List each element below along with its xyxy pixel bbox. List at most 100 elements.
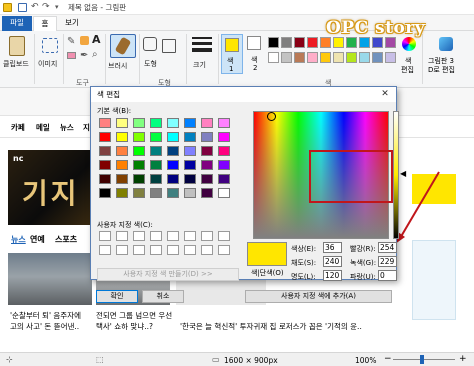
basic-color-swatch[interactable] (133, 132, 145, 142)
custom-color-swatch[interactable] (99, 231, 111, 241)
save-icon[interactable] (18, 3, 27, 12)
basic-color-swatch[interactable] (218, 174, 230, 184)
shapes-label[interactable]: 도형 (144, 59, 157, 69)
basic-color-swatch[interactable] (167, 118, 179, 128)
undo-icon[interactable]: ↶ (31, 2, 39, 12)
basic-color-swatch[interactable] (116, 160, 128, 170)
basic-color-swatch[interactable] (184, 160, 196, 170)
basic-color-swatch[interactable] (218, 146, 230, 156)
custom-color-swatch[interactable] (201, 245, 213, 255)
basic-color-swatch[interactable] (133, 188, 145, 198)
clipboard-label[interactable]: 클립보드 (3, 59, 29, 69)
basic-color-swatch[interactable] (150, 146, 162, 156)
palette-swatch[interactable] (372, 37, 383, 48)
lum-field[interactable]: 120 (323, 270, 342, 281)
brush-label[interactable]: 브러시 (108, 61, 127, 71)
palette-swatch[interactable] (359, 37, 370, 48)
palette-swatch[interactable] (333, 37, 344, 48)
palette-swatch[interactable] (268, 52, 279, 63)
quick-access-dropdown-icon[interactable]: ▾ (55, 3, 59, 11)
custom-color-swatch[interactable] (133, 245, 145, 255)
define-custom-colors-button[interactable]: 사용자 지정 색 만들기(D) >> (97, 268, 239, 281)
paint3d-label-b[interactable]: D로 편집 (428, 65, 455, 75)
custom-color-swatch[interactable] (184, 231, 196, 241)
basic-color-swatch[interactable] (133, 160, 145, 170)
basic-color-swatch[interactable] (167, 132, 179, 142)
basic-color-swatch[interactable] (184, 188, 196, 198)
news-caption-1a[interactable]: '순찰부터 퇴' 음주자에 (10, 310, 81, 321)
add-custom-color-button[interactable]: 사용자 지정 색에 추가(A) (245, 290, 392, 303)
cancel-button[interactable]: 취소 (142, 290, 184, 303)
luminance-arrow-icon[interactable]: ◀ (400, 169, 406, 178)
tab-view[interactable]: 보기 (60, 16, 84, 31)
news-caption-3[interactable]: '한국은 늘 혁신적' 투자귀재 집 로저스가 꼽은 '기적의 윤.. (180, 321, 362, 332)
zoom-slider-track[interactable] (393, 359, 455, 360)
basic-color-swatch[interactable] (184, 174, 196, 184)
shapes-icon[interactable] (143, 37, 157, 51)
news-caption-1b[interactable]: 고의 사고' 돈 뜯어낸.. (10, 321, 79, 332)
palette-swatch[interactable] (281, 37, 292, 48)
image-label[interactable]: 이미지 (38, 59, 57, 69)
basic-color-swatch[interactable] (133, 174, 145, 184)
custom-color-swatch[interactable] (116, 245, 128, 255)
zoom-slider-thumb[interactable] (420, 355, 424, 364)
custom-color-swatch[interactable] (99, 245, 111, 255)
color2-swatch[interactable] (247, 36, 261, 50)
web-entertainment-tab[interactable]: 연예 (30, 234, 45, 245)
tab-home[interactable]: 홈 (33, 16, 57, 31)
basic-color-swatch[interactable] (201, 146, 213, 156)
red-field[interactable]: 254 (378, 242, 397, 253)
basic-color-swatch[interactable] (99, 118, 111, 128)
basic-color-swatch[interactable] (99, 146, 111, 156)
palette-swatch[interactable] (294, 52, 305, 63)
redo-icon[interactable]: ↷ (42, 2, 50, 12)
palette-swatch[interactable] (359, 52, 370, 63)
palette-swatch[interactable] (320, 52, 331, 63)
custom-color-swatch[interactable] (167, 231, 179, 241)
fill-icon[interactable] (80, 36, 89, 45)
basic-color-swatch[interactable] (184, 118, 196, 128)
news-caption-2a[interactable]: 전되면 그룹 넘으면 우선 (96, 310, 172, 321)
zoom-out-button[interactable]: − (384, 354, 392, 364)
outline-icon[interactable] (162, 39, 176, 53)
basic-color-swatch[interactable] (99, 174, 111, 184)
blue-field[interactable]: 0 (378, 270, 397, 281)
palette-swatch[interactable] (385, 37, 396, 48)
basic-color-swatch[interactable] (99, 188, 111, 198)
game-banner[interactable]: nc 기지 (8, 150, 92, 225)
eraser-icon[interactable] (67, 52, 76, 59)
basic-color-swatch[interactable] (184, 132, 196, 142)
size-label[interactable]: 크기 (193, 60, 206, 70)
palette-swatch[interactable] (346, 37, 357, 48)
basic-color-swatch[interactable] (150, 160, 162, 170)
palette-swatch[interactable] (307, 52, 318, 63)
web-menu-mail[interactable]: 메일 (36, 122, 50, 133)
basic-color-swatch[interactable] (218, 118, 230, 128)
pencil-icon[interactable]: ✎ (67, 36, 75, 47)
custom-color-swatch[interactable] (201, 231, 213, 241)
basic-color-swatch[interactable] (116, 188, 128, 198)
paste-icon[interactable] (9, 36, 25, 56)
basic-color-swatch[interactable] (167, 174, 179, 184)
palette-swatch[interactable] (320, 37, 331, 48)
basic-color-swatch[interactable] (201, 160, 213, 170)
magnifier-icon[interactable]: ⌕ (92, 49, 98, 60)
custom-color-swatch[interactable] (167, 245, 179, 255)
basic-color-swatch[interactable] (218, 188, 230, 198)
edit-colors-label-b[interactable]: 편집 (401, 65, 414, 75)
text-icon[interactable]: A (92, 33, 101, 46)
custom-color-swatch[interactable] (150, 231, 162, 241)
close-icon[interactable]: ✕ (378, 88, 392, 101)
palette-swatch[interactable] (385, 52, 396, 63)
basic-color-swatch[interactable] (201, 132, 213, 142)
basic-color-swatch[interactable] (99, 160, 111, 170)
basic-color-swatch[interactable] (201, 118, 213, 128)
brush-button[interactable] (110, 34, 136, 58)
spectrum-crosshair-icon[interactable] (267, 112, 276, 121)
ok-button[interactable]: 확인 (96, 290, 138, 303)
basic-color-swatch[interactable] (150, 188, 162, 198)
zoom-in-button[interactable]: + (459, 354, 467, 364)
web-menu-cafe[interactable]: 카페 (11, 122, 25, 133)
palette-swatch[interactable] (281, 52, 292, 63)
paint3d-icon[interactable] (439, 37, 453, 51)
